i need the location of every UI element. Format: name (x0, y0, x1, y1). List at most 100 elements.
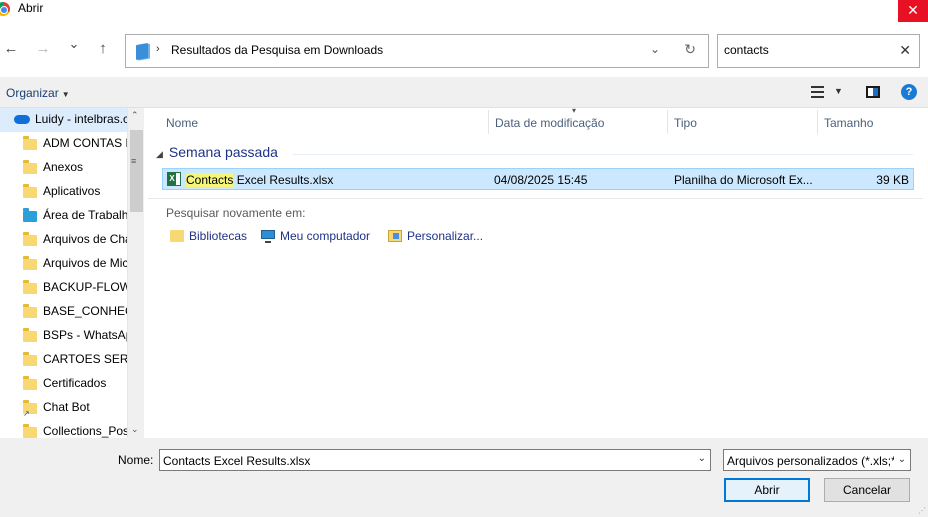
file-name: Contacts Excel Results.xlsx (186, 173, 333, 187)
column-header-modified[interactable]: Data de modificação (489, 110, 668, 134)
navigation-pane: Luidy - intelbras.c ADM CONTAS E Anexos … (0, 108, 145, 438)
folder-icon (23, 352, 37, 366)
preview-pane-icon[interactable] (866, 86, 880, 98)
back-arrow-icon[interactable]: ← (2, 40, 20, 57)
sidebar-item-folder[interactable]: BASE_CONHECI (0, 300, 128, 324)
sidebar-item-folder[interactable]: Arquivos de Mic (0, 252, 128, 276)
excel-file-icon (167, 172, 181, 186)
scroll-down-arrow-icon[interactable]: ⌄ (131, 424, 139, 435)
file-type-filter-value: Arquivos personalizados (*.xls;* (727, 454, 896, 468)
folder-icon (23, 280, 37, 294)
scrollbar-thumb[interactable] (130, 130, 143, 212)
search-location-libraries[interactable]: Bibliotecas (170, 229, 248, 243)
file-name-label: Nome: (118, 453, 154, 467)
search-input[interactable] (724, 43, 894, 57)
sidebar-item-label: BASE_CONHECI (43, 304, 128, 318)
sidebar-item-shortcut[interactable]: ↗ Chat Bot (0, 396, 128, 420)
file-type-dropdown-chevron-icon[interactable]: ⌄ (894, 450, 910, 470)
forward-arrow-icon[interactable]: → (34, 40, 52, 57)
search-location-label: Bibliotecas (189, 229, 248, 243)
scroll-up-arrow-icon[interactable]: ⌃ (131, 110, 139, 121)
sidebar-scrollbar[interactable]: ⌃ ≡ ⌄ (127, 108, 144, 438)
view-options-icon[interactable] (811, 86, 824, 98)
open-button[interactable]: Abrir (724, 478, 810, 502)
search-again-divider (148, 198, 923, 199)
file-size: 39 KB (876, 173, 909, 187)
organize-label: Organizar (6, 86, 59, 100)
sidebar-item-folder[interactable]: BSPs - WhatsAp (0, 324, 128, 348)
folder-icon (23, 184, 37, 198)
breadcrumb-separator-icon[interactable]: › (156, 43, 160, 55)
sidebar-item-label: Chat Bot (43, 400, 90, 414)
breadcrumb-path[interactable]: Resultados da Pesquisa em Downloads (171, 43, 383, 57)
group-label: Semana passada (168, 144, 278, 160)
group-collapse-icon[interactable]: ◢ (156, 149, 163, 159)
group-header[interactable]: ◢ Semana passada (156, 144, 278, 160)
file-name-dropdown-chevron-icon[interactable]: ⌄ (698, 453, 706, 464)
file-list: ▾ Nome Data de modificação Tipo Tamanho … (148, 106, 928, 438)
sidebar-item-folder[interactable]: Anexos (0, 156, 128, 180)
sidebar-item-desktop[interactable]: Área de Trabalho (0, 204, 128, 228)
sidebar-item-label: Luidy - intelbras.c (35, 112, 128, 126)
file-modified-date: 04/08/2025 15:45 (494, 173, 588, 187)
cancel-button[interactable]: Cancelar (824, 478, 910, 502)
organize-caret-icon: ▼ (61, 90, 70, 99)
footer-panel: Nome: Contacts Excel Results.xlsx ⌄ Arqu… (0, 438, 928, 517)
file-name-combobox[interactable]: Contacts Excel Results.xlsx ⌄ (159, 449, 711, 471)
sidebar-item-label: Collections_Pos (43, 424, 128, 438)
sidebar-item-label: Anexos (43, 160, 84, 174)
sidebar-item-label: Certificados (43, 376, 107, 390)
search-location-computer[interactable]: Meu computador (261, 229, 370, 243)
file-name-match-highlight: Contacts (186, 173, 234, 187)
title-bar: Abrir ✕ (0, 0, 928, 22)
sidebar-item-folder[interactable]: ADM CONTAS E (0, 132, 128, 156)
sidebar-item-folder[interactable]: CARTOES SERVIC (0, 348, 128, 372)
search-location-label: Personalizar... (407, 229, 484, 243)
window-title: Abrir (18, 1, 44, 15)
address-dropdown-chevron-icon[interactable]: ⌄ (650, 42, 660, 56)
folder-icon (23, 328, 37, 342)
folder-icon (23, 304, 37, 318)
sidebar-item-label: Aplicativos (43, 184, 101, 198)
search-location-custom[interactable]: Personalizar... (388, 229, 484, 243)
view-options-caret-icon[interactable]: ▼ (834, 86, 843, 96)
file-type-filter-select[interactable]: Arquivos personalizados (*.xls;* ⌄ (723, 449, 911, 471)
sidebar-item-folder[interactable]: Certificados (0, 372, 128, 396)
sidebar-item-label: BACKUP-FLOWS (43, 280, 128, 294)
resize-grip-icon[interactable]: ⋰ (918, 506, 926, 515)
sidebar-item-label: BSPs - WhatsAp (43, 328, 128, 342)
folder-icon (23, 232, 37, 246)
column-header-name[interactable]: Nome (160, 110, 489, 134)
column-header-size[interactable]: Tamanho (818, 110, 918, 134)
help-icon[interactable]: ? (901, 84, 917, 100)
file-name-value[interactable]: Contacts Excel Results.xlsx (163, 454, 310, 468)
address-bar[interactable]: › Resultados da Pesquisa em Downloads ⌄ … (125, 34, 709, 68)
organize-menu-button[interactable]: Organizar ▼ (6, 86, 70, 100)
sidebar-item-label: Arquivos de Mic (43, 256, 128, 270)
folder-icon (23, 160, 37, 174)
folder-icon (23, 424, 37, 438)
libraries-folder-icon (170, 230, 184, 242)
computer-icon (261, 230, 275, 243)
command-bar: Organizar ▼ ▼ ? (0, 77, 928, 108)
search-box[interactable]: ✕ (717, 34, 920, 68)
sidebar-item-label: Área de Trabalho (43, 208, 128, 222)
close-button[interactable]: ✕ (898, 0, 928, 22)
sidebar-item-folder[interactable]: Arquivos de Cha (0, 228, 128, 252)
column-header-type[interactable]: Tipo (668, 110, 818, 134)
clear-search-icon[interactable]: ✕ (899, 42, 911, 59)
recent-locations-chevron-icon[interactable]: ⌄ (65, 36, 83, 52)
refresh-icon[interactable]: ↻ (684, 41, 696, 58)
file-row[interactable]: Contacts Excel Results.xlsx 04/08/2025 1… (162, 168, 914, 190)
sidebar-item-label: CARTOES SERVIC (43, 352, 128, 366)
folder-icon (23, 256, 37, 270)
sidebar-item-folder[interactable]: Aplicativos (0, 180, 128, 204)
up-folder-arrow-icon[interactable]: ↑ (94, 40, 112, 57)
scrollbar-grip-icon: ≡ (131, 156, 137, 166)
sidebar-item-folder[interactable]: Collections_Pos (0, 420, 128, 438)
sidebar-item-label: Arquivos de Cha (43, 232, 128, 246)
sidebar-item-label: ADM CONTAS E (43, 136, 128, 150)
onedrive-cloud-icon (14, 115, 30, 124)
sidebar-item-folder[interactable]: BACKUP-FLOWS (0, 276, 128, 300)
sidebar-item-onedrive[interactable]: Luidy - intelbras.c (0, 108, 128, 132)
